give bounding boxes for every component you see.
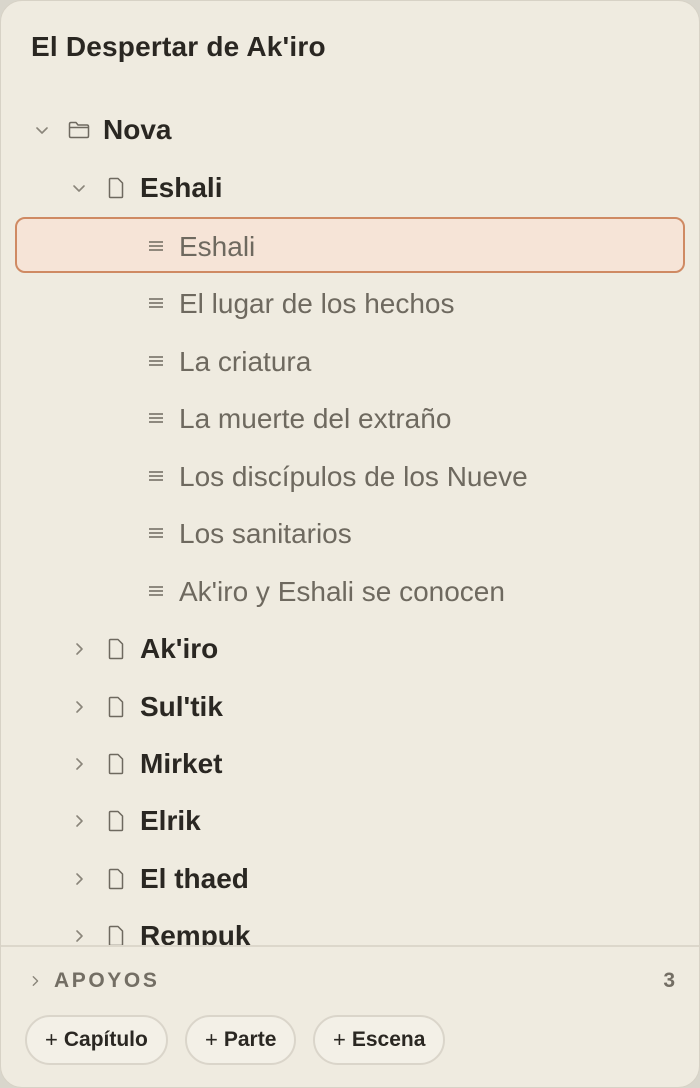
scene-item[interactable]: Eshali [1, 217, 699, 275]
folder-icon [68, 119, 90, 141]
plus-icon: + [205, 1027, 218, 1052]
tree-item-chapter[interactable]: Mirket [1, 735, 699, 793]
scene-item[interactable]: La criatura [1, 332, 699, 390]
document-icon [105, 177, 127, 199]
scene-item[interactable]: La muerte del extraño [1, 389, 699, 447]
text-lines-icon [145, 350, 167, 372]
tree-item-chapter[interactable]: Ak'iro [1, 620, 699, 678]
add-scene-label: Escena [351, 1028, 426, 1051]
add-part-button[interactable]: + Parte [185, 1015, 297, 1065]
scene-label: Los sanitarios [179, 518, 352, 549]
chevron-right-icon[interactable] [27, 973, 43, 989]
tree-item-chapter[interactable]: El thaed [1, 850, 699, 908]
scene-label: La muerte del extraño [179, 403, 452, 434]
scene-item[interactable]: Los sanitarios [1, 504, 699, 562]
text-lines-icon [145, 580, 167, 602]
scene-item[interactable]: El lugar de los hechos [1, 274, 699, 332]
apoyos-label: APOYOS [54, 969, 160, 992]
tree-item-chapter[interactable]: Elrik [1, 792, 699, 850]
scene-label: La criatura [179, 346, 312, 377]
text-lines-icon [145, 407, 167, 429]
tree-item-label: Mirket [140, 748, 223, 779]
add-scene-button[interactable]: + Escena [313, 1015, 446, 1065]
outline-tree: Nova Eshali Eshali El lugar de los hecho… [1, 101, 699, 945]
section-divider [1, 945, 699, 947]
scene-item[interactable]: Los discípulos de los Nueve [1, 447, 699, 505]
plus-icon: + [45, 1027, 58, 1052]
scene-item[interactable]: Ak'iro y Eshali se conocen [1, 562, 699, 620]
outline-panel: El Despertar de Ak'iro Nova Eshali Eshal… [0, 0, 700, 1088]
tree-item-label: Eshali [140, 172, 223, 203]
tree-item-chapter[interactable]: Eshali [1, 159, 699, 217]
tree-item-chapter[interactable]: Sul'tik [1, 678, 699, 736]
text-lines-icon [145, 292, 167, 314]
tree-item-nova[interactable]: Nova [1, 101, 699, 159]
tree-item-label: Rempuk [140, 920, 251, 945]
chevron-right-icon[interactable] [71, 641, 87, 657]
scene-label: Los discípulos de los Nueve [179, 461, 528, 492]
document-icon [105, 925, 127, 945]
tree-item-label: El thaed [140, 863, 249, 894]
tree-item-label: Nova [103, 114, 172, 145]
chevron-down-icon[interactable] [34, 122, 50, 138]
chevron-right-icon[interactable] [71, 699, 87, 715]
tree-item-label: Sul'tik [140, 691, 223, 722]
chevron-right-icon[interactable] [71, 928, 87, 944]
project-title: El Despertar de Ak'iro [31, 31, 326, 62]
document-icon [105, 696, 127, 718]
document-icon [105, 638, 127, 660]
tree-item-label: Elrik [140, 805, 201, 836]
document-icon [105, 753, 127, 775]
document-icon [105, 868, 127, 890]
tree-item-label: Ak'iro [140, 633, 219, 664]
tree-item-chapter[interactable]: Rempuk [1, 907, 699, 945]
scene-label: Ak'iro y Eshali se conocen [179, 576, 505, 607]
text-lines-icon [145, 235, 167, 257]
add-chapter-label: Capítulo [63, 1028, 148, 1051]
scene-label: Eshali [179, 231, 256, 262]
add-chapter-button[interactable]: + Capítulo [25, 1015, 168, 1065]
text-lines-icon [145, 522, 167, 544]
chevron-right-icon[interactable] [71, 871, 87, 887]
plus-icon: + [333, 1027, 346, 1052]
document-icon [105, 810, 127, 832]
add-part-label: Parte [223, 1028, 277, 1051]
chevron-down-icon[interactable] [71, 180, 87, 196]
apoyos-count: 3 [663, 969, 675, 992]
chevron-right-icon[interactable] [71, 813, 87, 829]
chevron-right-icon[interactable] [71, 756, 87, 772]
text-lines-icon [145, 465, 167, 487]
scene-label: El lugar de los hechos [179, 288, 455, 319]
apoyos-section-header[interactable]: APOYOS 3 [1, 951, 699, 1011]
